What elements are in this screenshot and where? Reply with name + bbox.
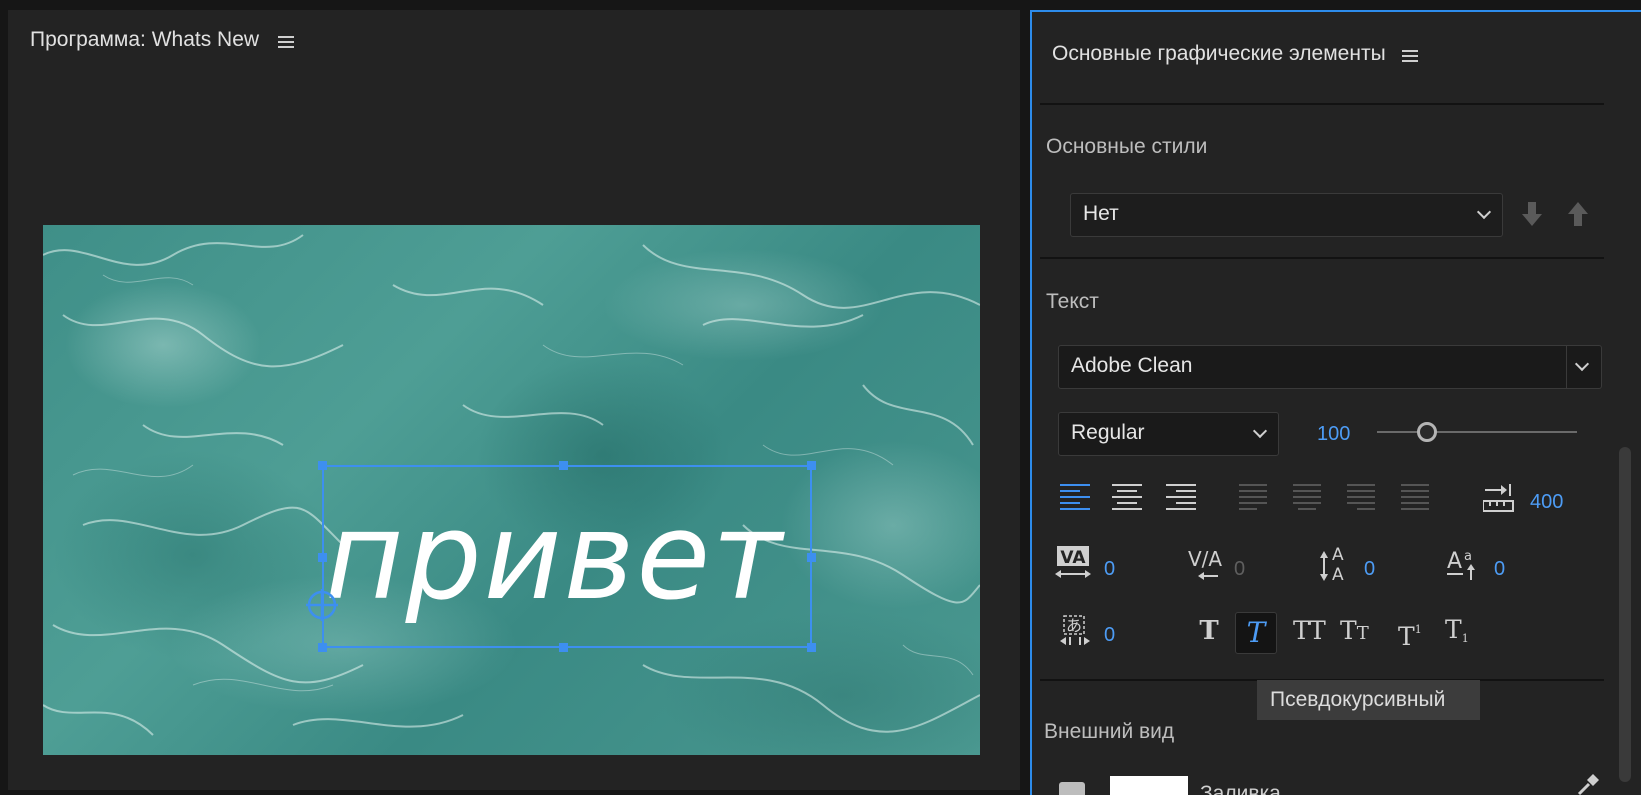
leading-icon: A A xyxy=(1320,545,1344,584)
panel-menu-icon[interactable] xyxy=(278,35,294,49)
chevron-down-icon xyxy=(1574,356,1590,372)
align-left-icon[interactable] xyxy=(1060,483,1090,511)
program-text-layer[interactable]: привет xyxy=(325,488,784,628)
all-caps-icon[interactable]: TT xyxy=(1293,617,1329,645)
align-right-icon[interactable] xyxy=(1166,483,1196,511)
resize-handle-top[interactable] xyxy=(559,461,568,470)
svg-text:A: A xyxy=(1447,549,1462,574)
faux-italic-button[interactable]: T xyxy=(1235,612,1277,654)
tsume-value[interactable]: 0 xyxy=(1104,624,1115,647)
svg-text:a: a xyxy=(1464,549,1472,564)
tracking-value[interactable]: 0 xyxy=(1104,558,1115,581)
font-family-value: Adobe Clean xyxy=(1071,354,1193,377)
master-style-dropdown[interactable]: Нет xyxy=(1070,193,1503,237)
subscript-icon[interactable]: T1 xyxy=(1445,615,1479,649)
resize-handle-tr[interactable] xyxy=(807,461,816,470)
fill-color-swatch[interactable] xyxy=(1110,776,1188,795)
push-style-down-icon[interactable] xyxy=(1521,200,1543,228)
tab-width-value[interactable]: 400 xyxy=(1530,491,1563,514)
dropdown-separator xyxy=(1566,346,1567,388)
essential-graphics-panel: Основные графические элементы Основные с… xyxy=(1030,10,1641,795)
panel-scrollbar[interactable] xyxy=(1619,447,1631,782)
font-size-value[interactable]: 100 xyxy=(1317,423,1350,446)
program-monitor-title: Программа: Whats New xyxy=(30,28,260,51)
baseline-shift-icon: A a xyxy=(1447,549,1475,580)
master-style-value: Нет xyxy=(1083,202,1119,225)
divider xyxy=(1040,257,1604,259)
resize-handle-right[interactable] xyxy=(807,553,816,562)
faux-italic-tooltip: Псевдокурсивный xyxy=(1257,680,1480,720)
small-caps-icon[interactable]: TT xyxy=(1340,617,1376,645)
kerning-icon: V/A xyxy=(1188,547,1222,580)
chevron-down-icon xyxy=(1252,423,1268,439)
svg-text:A: A xyxy=(1332,545,1344,565)
resize-handle-bottom[interactable] xyxy=(559,643,568,652)
resize-handle-br[interactable] xyxy=(807,643,816,652)
justify-center-icon[interactable] xyxy=(1293,483,1321,511)
font-family-dropdown[interactable]: Adobe Clean xyxy=(1058,345,1602,389)
panel-menu-icon[interactable] xyxy=(1402,49,1418,63)
align-center-icon[interactable] xyxy=(1112,483,1142,511)
font-size-slider-track[interactable] xyxy=(1377,431,1577,433)
kerning-value[interactable]: 0 xyxy=(1234,558,1245,581)
font-style-dropdown[interactable]: Regular xyxy=(1058,412,1279,456)
tsume-icon: あ xyxy=(1060,615,1090,645)
master-styles-heading: Основные стили xyxy=(1046,135,1208,158)
divider xyxy=(1040,103,1604,105)
tracking-icon: VA xyxy=(1055,546,1091,578)
tab-width-icon xyxy=(1483,484,1514,512)
resize-handle-tl[interactable] xyxy=(318,461,327,470)
justify-left-icon[interactable] xyxy=(1239,483,1267,511)
baseline-shift-value[interactable]: 0 xyxy=(1494,558,1505,581)
justify-all-icon[interactable] xyxy=(1401,483,1429,511)
svg-text:あ: あ xyxy=(1066,616,1082,635)
appearance-heading: Внешний вид xyxy=(1044,720,1175,743)
chevron-down-icon xyxy=(1476,204,1492,220)
push-style-up-icon[interactable] xyxy=(1567,200,1589,228)
svg-text:VA: VA xyxy=(1060,548,1086,568)
font-style-value: Regular xyxy=(1071,421,1145,444)
svg-text:A: A xyxy=(1332,565,1344,584)
resize-handle-bl[interactable] xyxy=(318,643,327,652)
text-section-heading: Текст xyxy=(1046,290,1099,313)
faux-bold-icon[interactable]: T xyxy=(1196,617,1222,645)
justify-right-icon[interactable] xyxy=(1347,483,1375,511)
fill-label: Заливка xyxy=(1200,782,1281,795)
fill-checkbox[interactable] xyxy=(1059,782,1085,795)
font-size-slider-knob[interactable] xyxy=(1417,422,1437,442)
leading-value[interactable]: 0 xyxy=(1364,558,1375,581)
eyedropper-icon[interactable] xyxy=(1575,770,1603,795)
svg-text:V/A: V/A xyxy=(1188,547,1222,571)
anchor-point-icon[interactable] xyxy=(305,588,339,622)
superscript-icon[interactable]: T1 xyxy=(1398,615,1432,651)
panel-title: Основные графические элементы xyxy=(1052,42,1386,65)
